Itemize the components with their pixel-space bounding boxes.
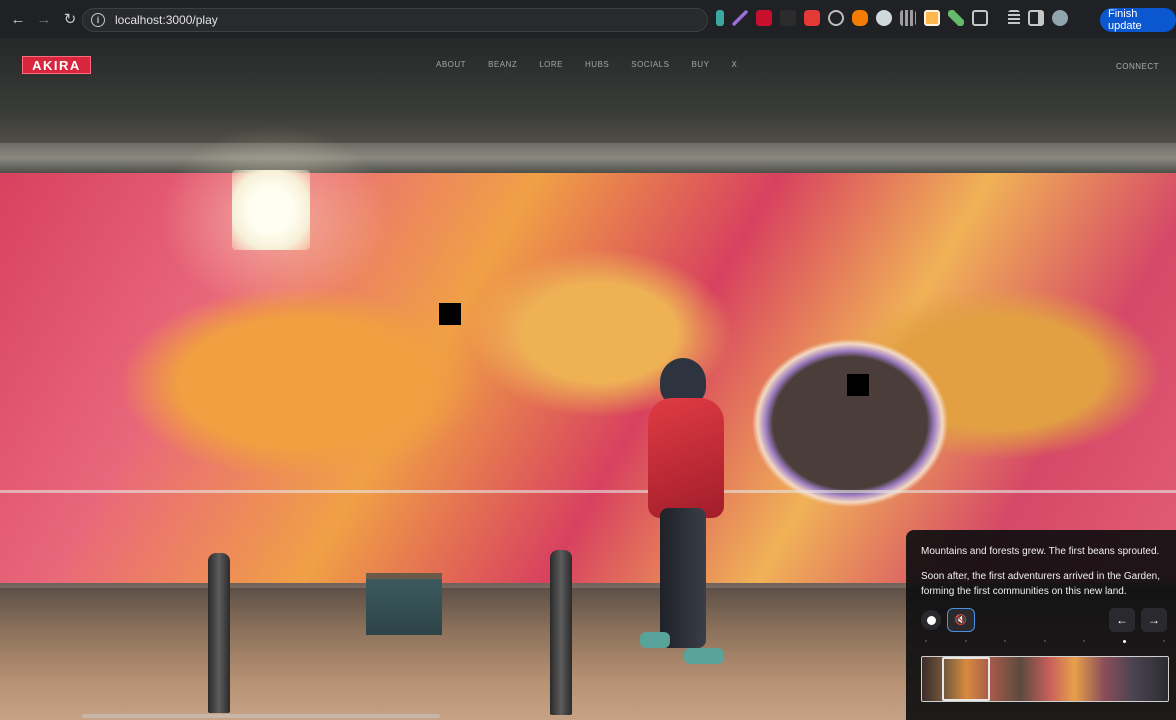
extensions-bar [716, 10, 1068, 26]
progress-dot [964, 640, 967, 642]
puzzle-icon[interactable] [972, 10, 988, 26]
scene-viewport[interactable]: AKIRA ABOUT BEANZ LORE HUBS SOCIALS BUY … [0, 38, 1176, 720]
extension-dark-icon[interactable] [780, 10, 796, 26]
character-legs [660, 508, 706, 648]
progress-dot [925, 640, 927, 642]
wall-lamp [232, 170, 310, 250]
akira-logo[interactable]: AKIRA [22, 56, 91, 74]
nav-hubs[interactable]: HUBS [585, 60, 609, 69]
bollard [550, 550, 572, 715]
extension-red-icon[interactable] [804, 10, 820, 26]
extension-green-leaf-icon[interactable] [948, 10, 964, 26]
nav-socials[interactable]: SOCIALS [631, 60, 669, 69]
nav-lore[interactable]: LORE [539, 60, 563, 69]
story-progress [921, 640, 1169, 644]
story-controls: 🔇 ← → [921, 608, 1169, 632]
extension-globe-icon[interactable] [876, 10, 892, 26]
extension-grid-icon[interactable] [900, 10, 916, 26]
story-text-1: Mountains and forests grew. The first be… [921, 546, 1160, 557]
extension-circle-icon[interactable] [828, 10, 844, 26]
character-shoe [640, 632, 670, 648]
back-icon[interactable]: ← [6, 7, 30, 31]
hotspot-marker[interactable] [439, 303, 461, 325]
reload-icon[interactable]: ↻ [58, 7, 82, 31]
extension-purple-feather-icon[interactable] [732, 10, 748, 26]
filmstrip-selection[interactable] [942, 657, 990, 701]
address-bar[interactable]: i localhost:3000/play [82, 8, 708, 32]
site-info-icon[interactable]: i [91, 13, 105, 27]
story-panel: Mountains and forests grew. The first be… [906, 530, 1176, 720]
sidebar-icon[interactable] [1028, 10, 1044, 26]
nav-beanz[interactable]: BEANZ [488, 60, 517, 69]
extension-orange-square-icon[interactable] [924, 10, 940, 26]
forward-icon[interactable]: → [32, 7, 56, 31]
nav-x-icon[interactable]: Ⅹ [731, 60, 737, 69]
wall-rail [0, 490, 1176, 493]
progress-dot [1122, 640, 1126, 643]
story-text-2: Soon after, the first adventurers arrive… [921, 571, 1161, 597]
finish-update-button[interactable]: Finish update [1100, 8, 1176, 32]
browser-toolbar: ← → ↻ i localhost:3000/play Finish updat… [0, 0, 1176, 38]
extension-fox-icon[interactable] [852, 10, 868, 26]
url-text[interactable]: localhost:3000/play [115, 13, 218, 27]
progress-dot [1043, 640, 1046, 642]
bollard [208, 553, 230, 713]
extension-teal-icon[interactable] [716, 10, 724, 26]
crate [366, 573, 442, 635]
progress-dot [1083, 640, 1085, 642]
progress-dot [1004, 640, 1006, 642]
site-nav: ABOUT BEANZ LORE HUBS SOCIALS BUY Ⅹ [436, 60, 737, 69]
prev-button[interactable]: ← [1109, 608, 1135, 632]
connect-button[interactable]: CONNECT [1116, 62, 1159, 71]
horizontal-scrollbar[interactable] [82, 714, 440, 718]
extension-red-m-icon[interactable] [756, 10, 772, 26]
character-shoe [684, 648, 724, 664]
mute-button[interactable]: 🔇 [947, 608, 975, 632]
scene-filmstrip[interactable] [921, 656, 1169, 702]
next-button[interactable]: → [1141, 608, 1167, 632]
progress-dot [1163, 640, 1165, 642]
dot-icon [926, 615, 936, 625]
nav-about[interactable]: ABOUT [436, 60, 466, 69]
record-dot-button[interactable] [921, 610, 941, 630]
profile-avatar-icon[interactable] [1052, 10, 1068, 26]
character-jacket [648, 398, 724, 518]
media-icon[interactable] [1008, 10, 1020, 26]
nav-buy[interactable]: BUY [691, 60, 709, 69]
character-walking [640, 358, 740, 678]
hotspot-marker[interactable] [847, 374, 869, 396]
